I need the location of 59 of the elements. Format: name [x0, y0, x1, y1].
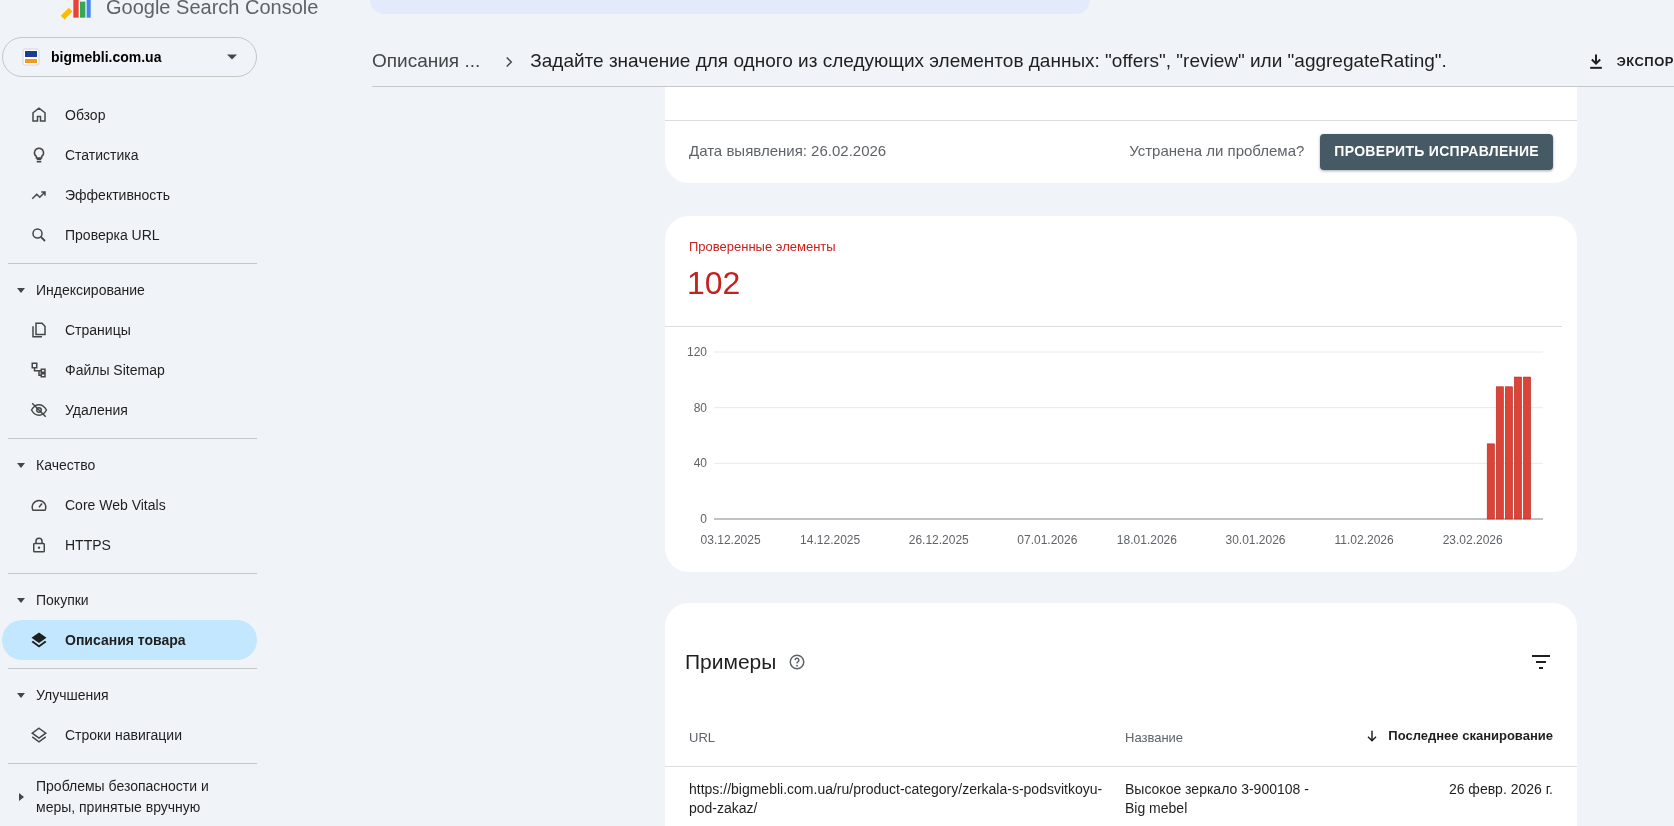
axis-label: 26.12.2025 [908, 533, 969, 547]
lock-icon [30, 536, 48, 554]
nav-item[interactable]: Удаления [2, 390, 257, 430]
axis-label: 120 [686, 345, 707, 359]
metric-value: 102 [686, 264, 742, 303]
axis-label: 07.01.2026 [1017, 533, 1078, 547]
axis-label: 40 [693, 456, 707, 471]
section-header[interactable]: Проблемы безопасности и меры, принятые вручную [0, 770, 250, 824]
nav-item[interactable]: Эффективность [2, 175, 257, 215]
search-icon [30, 226, 48, 244]
detection-date: Дата выявления: 26.02.2026 [689, 141, 887, 162]
nav-item[interactable]: Описания товара [2, 620, 257, 660]
nav-item[interactable]: Статистика [2, 135, 257, 175]
breadcrumb-link[interactable]: Описания ... [372, 47, 481, 76]
caret-icon [16, 792, 26, 802]
caret-icon [16, 460, 26, 470]
table-cell: 26 февр. 2026 г. [1448, 781, 1553, 797]
eye-off-icon [30, 401, 48, 419]
caret-icon [16, 595, 26, 605]
caret-icon [16, 285, 26, 295]
layers-icon [30, 726, 48, 744]
table-cell-text: https://bigmebli.com.ua/ru/product-category/zerkala-s-podsvitkoyu-pod-zakaz/ [689, 780, 1104, 818]
nav-item[interactable]: HTTPS [2, 525, 257, 565]
column-header[interactable]: Последнее сканирование [1364, 726, 1553, 746]
table-cell-text: Высокое зеркало 3-900108 - Big mebel [1125, 780, 1310, 818]
column-header[interactable]: Название [1125, 730, 1184, 746]
nav-item[interactable]: Страницы [2, 310, 257, 350]
nav-item[interactable]: Проверка URL [2, 215, 257, 255]
nav-item[interactable]: Core Web Vitals [2, 485, 257, 525]
section-header[interactable]: Индексирование [0, 270, 250, 310]
app-title: Google Search Console [106, 0, 319, 18]
layers-icon [30, 631, 48, 649]
site-logo-icon [22, 48, 40, 66]
validate-fix-button[interactable]: ПРОВЕРИТЬ ИСПРАВЛЕНИЕ [1320, 133, 1553, 170]
section-header[interactable]: Качество [0, 445, 250, 485]
axis-label: 80 [693, 400, 707, 415]
axis-label: 14.12.2025 [800, 533, 861, 547]
axis-label: 03.12.2025 [700, 533, 761, 547]
fix-question: Устранена ли проблема? [1129, 141, 1305, 162]
section-title: Примеры [685, 649, 777, 676]
metric-label: Проверенные элементы [688, 238, 837, 256]
nav-item[interactable]: Строки навигации [2, 715, 257, 755]
nav-item[interactable]: Файлы Sitemap [2, 350, 257, 390]
section-header[interactable]: Покупки [0, 580, 250, 620]
section-header[interactable]: Улучшения [0, 675, 250, 715]
caret-icon [16, 690, 26, 700]
help-icon [788, 653, 807, 671]
axis-label: 11.02.2026 [1334, 533, 1394, 547]
export-button[interactable]: ЭКСПОР [1578, 51, 1674, 72]
sitemap-icon [30, 361, 48, 379]
column-header[interactable]: URL [689, 730, 715, 746]
axis-label: 23.02.2026 [1442, 533, 1503, 547]
axis-label: 30.01.2026 [1225, 533, 1286, 547]
axis-label: 18.01.2026 [1116, 533, 1177, 547]
page-title: Задайте значение для одного из следующих элементов данных: "offers", "review" или "aggregateRating". [530, 49, 1447, 74]
axis-label: 0 [700, 512, 707, 526]
nav-item[interactable]: Обзор [2, 95, 257, 135]
home-icon [30, 106, 48, 124]
pages-icon [30, 321, 48, 339]
